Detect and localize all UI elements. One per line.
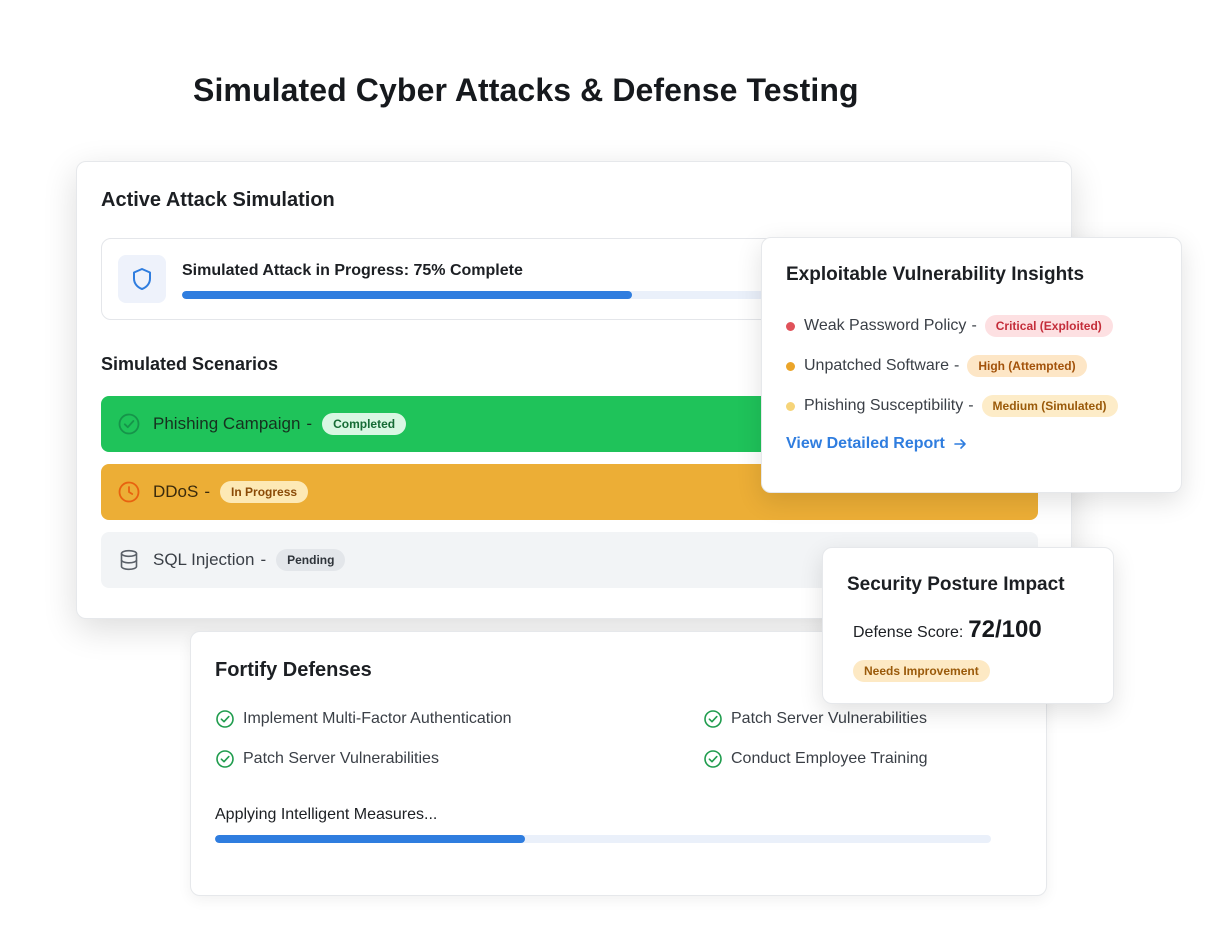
vulnerability-card-title: Exploitable Vulnerability Insights	[786, 264, 1085, 285]
scenario-label: DDoS	[153, 482, 199, 501]
severity-dot-icon	[786, 401, 795, 411]
vulnerability-separator: -	[971, 317, 977, 334]
severity-badge: Critical (Exploited)	[984, 315, 1113, 337]
vulnerability-separator: -	[968, 397, 974, 414]
check-circle-icon	[117, 412, 141, 436]
applying-progress-fill	[215, 835, 526, 843]
vulnerability-separator: -	[953, 357, 960, 374]
measure-item: Implement Multi-Factor Authentication	[215, 709, 512, 729]
view-detailed-report-link[interactable]: View Detailed Report	[786, 435, 967, 453]
vulnerability-label: Phishing Susceptibility	[804, 397, 964, 414]
measure-label: Patch Server Vulnerabilities	[731, 710, 927, 727]
applying-measures-text: Applying Intelligent Measures...	[215, 806, 438, 823]
vulnerability-item: Unpatched Software - High (Attempted)	[786, 355, 1087, 377]
scenario-separator: -	[204, 482, 211, 501]
measure-item: Patch Server Vulnerabilities	[703, 709, 927, 729]
attack-progress-text: Simulated Attack in Progress: 75% Comple…	[182, 262, 523, 279]
database-icon	[117, 548, 141, 572]
measure-label: Conduct Employee Training	[731, 750, 928, 767]
status-badge: Pending	[276, 549, 346, 571]
measure-item: Conduct Employee Training	[703, 749, 928, 769]
status-badge: Completed	[322, 413, 407, 435]
severity-badge: High (Attempted)	[967, 355, 1087, 377]
severity-dot-icon	[786, 321, 795, 331]
defense-score-label: Defense Score:	[853, 624, 964, 641]
vulnerability-item: Weak Password Policy - Critical (Exploit…	[786, 315, 1113, 337]
scenario-label: SQL Injection	[153, 550, 255, 569]
defense-score-value: 72/100	[968, 616, 1042, 643]
clock-icon	[117, 480, 141, 504]
security-posture-card: Security Posture Impact Defense Score: 7…	[822, 547, 1114, 704]
vulnerability-item: Phishing Susceptibility - Medium (Simula…	[786, 395, 1118, 417]
vulnerability-label: Weak Password Policy	[804, 317, 967, 334]
check-circle-icon	[703, 709, 723, 729]
check-circle-icon	[703, 749, 723, 769]
attack-progress-bar	[182, 291, 782, 299]
check-circle-icon	[215, 709, 235, 729]
vulnerability-label: Unpatched Software	[804, 357, 949, 374]
arrow-right-icon	[953, 437, 967, 451]
attack-progress-panel: Simulated Attack in Progress: 75% Comple…	[101, 238, 801, 320]
fortify-card-title: Fortify Defenses	[215, 659, 372, 681]
shield-icon	[133, 268, 151, 290]
status-badge: In Progress	[220, 481, 309, 503]
report-link-label: View Detailed Report	[786, 435, 945, 452]
simulation-card-title: Active Attack Simulation	[101, 189, 335, 211]
severity-badge: Medium (Simulated)	[981, 395, 1118, 417]
vulnerability-insights-card: Exploitable Vulnerability Insights Weak …	[761, 237, 1182, 493]
scenario-label: Phishing Campaign	[153, 414, 301, 433]
shield-icon-tile	[118, 255, 166, 303]
page-title: Simulated Cyber Attacks & Defense Testin…	[193, 72, 859, 108]
scenario-separator: -	[260, 550, 267, 569]
severity-dot-icon	[786, 361, 795, 371]
applying-progress-bar	[215, 835, 991, 843]
measure-label: Implement Multi-Factor Authentication	[243, 710, 512, 727]
measure-item: Patch Server Vulnerabilities	[215, 749, 439, 769]
measure-label: Patch Server Vulnerabilities	[243, 750, 439, 767]
check-circle-icon	[215, 749, 235, 769]
defense-score-row: Defense Score: 72/100	[853, 616, 1042, 644]
status-badge: Needs Improvement	[853, 660, 990, 682]
posture-card-title: Security Posture Impact	[847, 574, 1065, 595]
attack-progress-fill	[182, 291, 632, 299]
scenario-separator: -	[306, 414, 313, 433]
scenarios-title: Simulated Scenarios	[101, 354, 279, 374]
